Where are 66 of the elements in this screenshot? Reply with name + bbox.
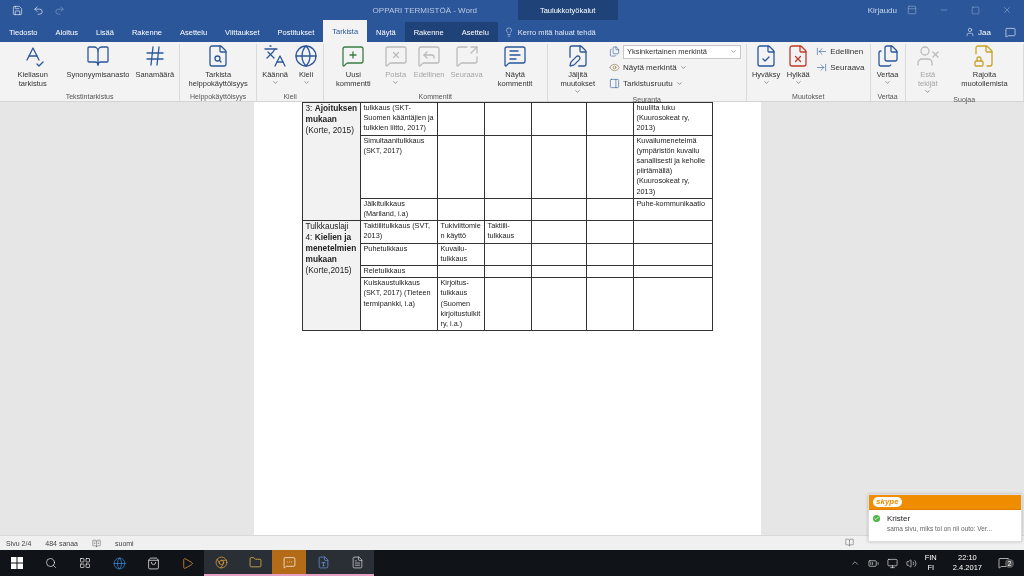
caret-icon: [884, 79, 892, 86]
compare-icon: [875, 44, 900, 68]
person-icon: [965, 27, 976, 37]
share-button[interactable]: Jaa: [965, 22, 991, 42]
volume-icon: [905, 557, 917, 569]
redo-icon: [54, 4, 65, 16]
caret-icon: [675, 80, 683, 87]
caret-icon: [679, 64, 687, 71]
caret-icon: [762, 79, 770, 86]
sign-in-link[interactable]: Kirjaudu: [867, 5, 897, 15]
chevron-up-icon: [849, 558, 860, 568]
undo-icon: [33, 4, 44, 16]
delete-comment-icon: [383, 44, 408, 68]
language-icon: [294, 44, 318, 68]
block-authors-icon: [915, 44, 940, 68]
task-view-icon: [79, 557, 91, 569]
ribbon-button[interactable]: Tarkistusruutu: [606, 76, 743, 91]
windows-logo-icon: [11, 557, 23, 569]
globe-icon: [112, 556, 126, 570]
play-icon: [180, 556, 194, 570]
show-comments-icon: [503, 44, 528, 68]
translate-icon: [263, 44, 288, 68]
search-icon: [45, 557, 57, 569]
previous-comment-icon: [417, 44, 442, 68]
caret-icon: [574, 88, 582, 95]
read-mode-icon: [845, 538, 854, 547]
network-icon: [886, 557, 898, 569]
category-cell: 3: Ajoituksen mukaan (Korte, 2015): [302, 102, 360, 221]
caret-icon: [729, 48, 737, 55]
caret-icon: [271, 79, 279, 86]
ribbon-button[interactable]: Näytä merkintä: [606, 60, 743, 75]
folder-icon: [248, 555, 262, 569]
comments-icon: [1005, 26, 1016, 38]
notes-button[interactable]: [340, 550, 374, 576]
explorer-button[interactable]: [238, 550, 272, 576]
window-title: OPPARI TERMISTÖÄ - Word: [371, 5, 479, 15]
reviewing-pane-icon: [608, 78, 620, 89]
new-comment-icon: [341, 44, 366, 68]
caret-icon: [924, 88, 932, 95]
save-icon: [12, 4, 23, 16]
next-change-icon: [816, 62, 828, 73]
show-markup-icon: [608, 62, 620, 73]
browser-icon: [214, 555, 228, 569]
ribbon-button[interactable]: Seuraava: [814, 60, 867, 75]
book-icon: [85, 44, 110, 68]
bag-icon: [146, 556, 160, 570]
caret-icon: [794, 79, 802, 86]
sender-name: Krister: [887, 514, 912, 523]
maximize-icon: [971, 5, 980, 15]
note-icon: [350, 555, 364, 569]
document-icon: [316, 555, 330, 569]
category-cell: Tulkkauslaji 4: Kielien ja menetelmien mukaan (Korte,2015): [302, 220, 360, 331]
next-comment-icon: [454, 44, 479, 68]
app-logo: skype: [873, 497, 902, 507]
chrome-button[interactable]: [204, 550, 238, 576]
ribbon-button[interactable]: Edellinen: [814, 44, 867, 59]
close-icon: [1002, 5, 1012, 15]
proofing-icon: [92, 538, 101, 548]
lightbulb-icon: [503, 27, 514, 37]
previous-change-icon: [816, 46, 828, 57]
online-status-icon: [873, 515, 880, 522]
caret-icon: [302, 79, 310, 86]
word-button[interactable]: [306, 550, 340, 576]
battery-icon: [867, 557, 879, 569]
caret-icon: [392, 79, 400, 86]
ribbon-display-icon: [907, 5, 917, 15]
